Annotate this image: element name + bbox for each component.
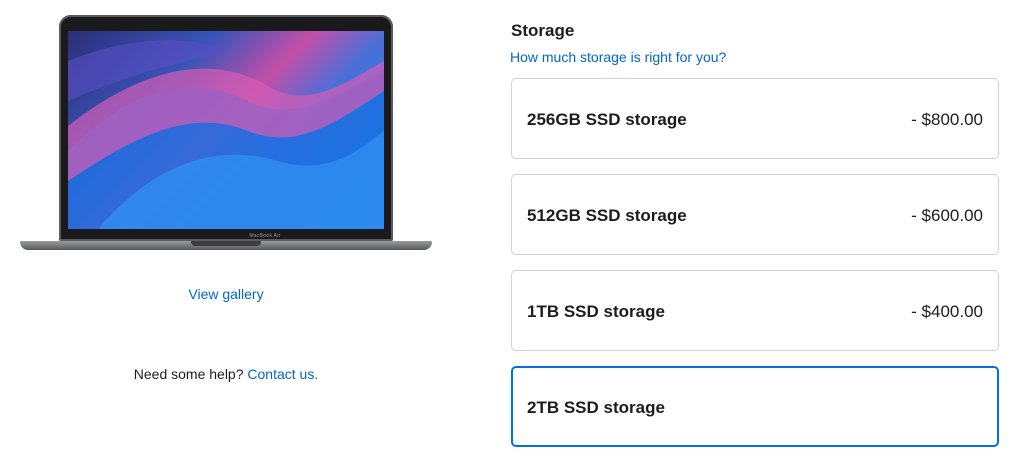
view-gallery-link[interactable]: View gallery xyxy=(0,286,452,302)
storage-option-512gb[interactable]: 512GB SSD storage - $600.00 xyxy=(511,174,999,255)
storage-option-label: 256GB SSD storage xyxy=(527,110,687,129)
contact-us-link[interactable]: Contact us. xyxy=(247,366,318,382)
storage-title: Storage xyxy=(511,21,575,40)
storage-option-price: - $800.00 xyxy=(911,110,983,129)
storage-info-link[interactable]: How much storage is right for you? xyxy=(510,49,726,65)
product-image: MacBook Air xyxy=(20,15,432,255)
storage-option-2tb[interactable]: 2TB SSD storage xyxy=(511,366,999,447)
laptop-lid: MacBook Air xyxy=(59,15,393,241)
storage-option-label: 2TB SSD storage xyxy=(527,398,665,417)
help-text: Need some help? Contact us. xyxy=(0,366,452,382)
storage-option-256gb[interactable]: 256GB SSD storage - $800.00 xyxy=(511,78,999,159)
laptop-notch xyxy=(191,241,261,246)
storage-option-label: 512GB SSD storage xyxy=(527,206,687,225)
storage-option-label: 1TB SSD storage xyxy=(527,302,665,321)
help-prompt: Need some help? xyxy=(133,366,244,382)
laptop-brand-text: MacBook Air xyxy=(249,233,281,239)
storage-option-1tb[interactable]: 1TB SSD storage - $400.00 xyxy=(511,270,999,351)
storage-option-price: - $600.00 xyxy=(911,206,983,225)
storage-option-price: - $400.00 xyxy=(911,302,983,321)
laptop-screen-wallpaper xyxy=(68,31,384,229)
